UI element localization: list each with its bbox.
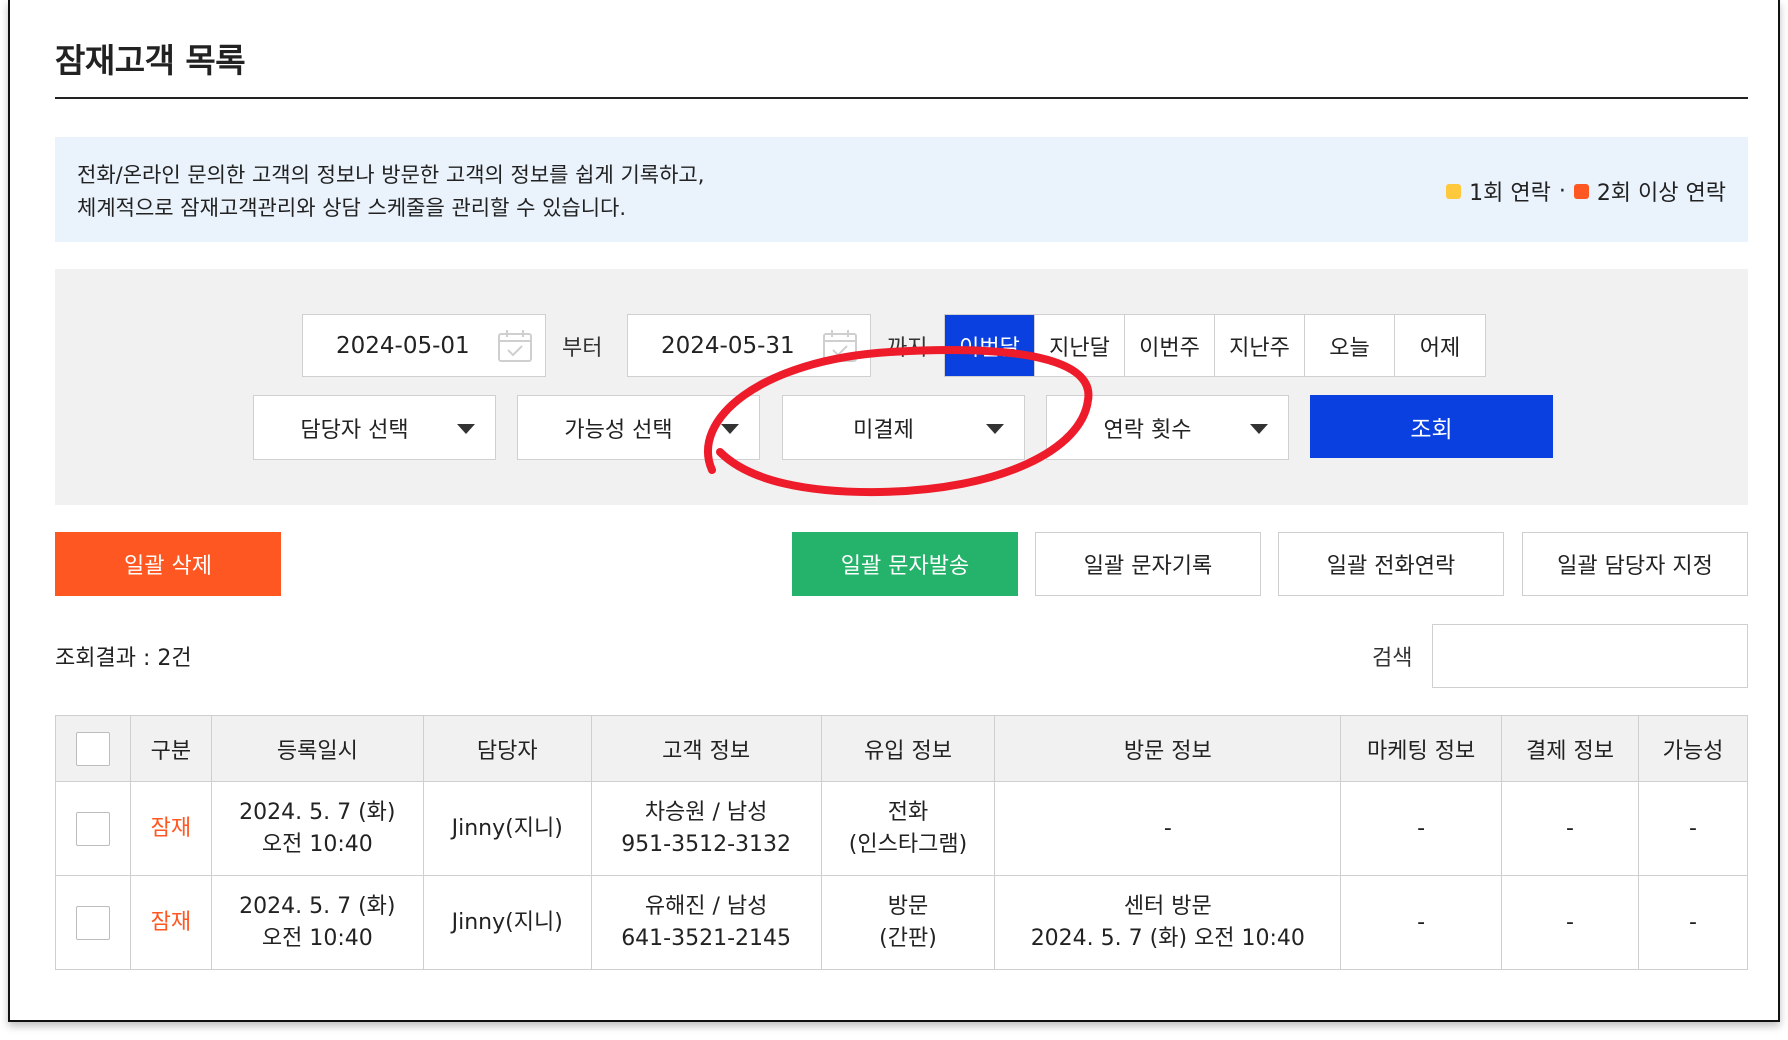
select-all-checkbox[interactable] <box>75 731 110 766</box>
bulk-sms-send-button[interactable]: 일괄 문자발송 <box>792 532 1018 596</box>
row-visit: - <box>1163 815 1172 841</box>
search-label: 검색 <box>1372 646 1413 671</box>
row-visit-info: 센터 방문 2024. 5. 7 (화) 오전 10:40 <box>994 875 1342 970</box>
row-possibility: - <box>1637 781 1749 876</box>
manager-select[interactable]: 담당자 선택 <box>253 395 496 460</box>
row-customer-name: 차승원 / 남성 <box>644 799 768 825</box>
header-possibility: 가능성 <box>1637 715 1749 782</box>
info-description: 전화/온라인 문의한 고객의 정보나 방문한 고객의 정보를 쉽게 기록하고, … <box>77 159 704 225</box>
row-visit: 센터 방문 <box>1123 893 1212 919</box>
row-customer-info: 차승원 / 남성 951-3512-3132 <box>590 781 822 876</box>
bulk-delete-button[interactable]: 일괄 삭제 <box>55 532 281 596</box>
row-visit-detail: 2024. 5. 7 (화) 오전 10:40 <box>1030 925 1305 951</box>
period-last-week-button[interactable]: 지난주 <box>1215 315 1305 376</box>
result-count: 조회결과 : 2건 <box>55 646 192 671</box>
select-all-cell <box>55 715 131 782</box>
red-annotation-circle <box>704 346 1093 497</box>
row-type: 잠재 <box>129 781 212 876</box>
row-type: 잠재 <box>129 875 212 970</box>
period-this-week-button[interactable]: 이번주 <box>1125 315 1215 376</box>
row-checkbox-cell <box>55 875 131 970</box>
legend-one-contact: 1회 연락 <box>1469 181 1551 206</box>
bulk-sms-record-button[interactable]: 일괄 문자기록 <box>1035 532 1261 596</box>
row-date: 2024. 5. 7 (화) <box>239 799 396 825</box>
row-customer-phone: 951-3512-3132 <box>621 831 792 857</box>
customer-table: 구분 등록일시 담당자 고객 정보 유입 정보 방문 정보 마케팅 정보 결제 … <box>55 715 1749 970</box>
header-customer-info: 고객 정보 <box>590 715 822 782</box>
row-registered-at: 2024. 5. 7 (화) 오전 10:40 <box>210 875 424 970</box>
possibility-select-value: 가능성 선택 <box>564 417 673 443</box>
header-inflow-info: 유입 정보 <box>820 715 996 782</box>
header-marketing-info: 마케팅 정보 <box>1340 715 1503 782</box>
table-header-row: 구분 등록일시 담당자 고객 정보 유입 정보 방문 정보 마케팅 정보 결제 … <box>55 715 1749 782</box>
from-label: 부터 <box>562 336 603 361</box>
start-date-input[interactable]: 2024-05-01 <box>302 314 546 377</box>
row-time: 오전 10:40 <box>261 925 373 951</box>
chevron-down-icon <box>1250 424 1268 434</box>
calendar-icon[interactable] <box>497 329 533 363</box>
header-registered-at: 등록일시 <box>210 715 424 782</box>
contact-legend: 1회 연락 · 2회 이상 연락 <box>1446 175 1726 207</box>
search-button[interactable]: 조회 <box>1310 395 1553 458</box>
row-checkbox-cell <box>55 781 131 876</box>
legend-yellow-swatch <box>1446 183 1462 199</box>
row-customer-info: 유해진 / 남성 641-3521-2145 <box>590 875 822 970</box>
bulk-call-button[interactable]: 일괄 전화연락 <box>1278 532 1504 596</box>
period-yesterday-button[interactable]: 어제 <box>1395 315 1485 376</box>
header-type: 구분 <box>129 715 212 782</box>
bulk-assign-manager-button[interactable]: 일괄 담당자 지정 <box>1522 532 1748 596</box>
start-date-value: 2024-05-01 <box>336 332 470 359</box>
row-registered-at: 2024. 5. 7 (화) 오전 10:40 <box>210 781 424 876</box>
row-checkbox[interactable] <box>75 905 110 940</box>
row-source: 방문 <box>887 893 929 919</box>
legend-multi-contact: 2회 이상 연락 <box>1596 181 1726 206</box>
row-possibility: - <box>1637 875 1749 970</box>
legend-orange-swatch <box>1573 183 1589 199</box>
row-visit-info: - <box>994 781 1342 876</box>
row-date: 2024. 5. 7 (화) <box>239 893 396 919</box>
page-frame: 잠재고객 목록 전화/온라인 문의한 고객의 정보나 방문한 고객의 정보를 쉽… <box>8 0 1780 1022</box>
row-manager: Jinny(지니) <box>422 875 592 970</box>
legend-separator: · <box>1558 178 1566 204</box>
header-manager: 담당자 <box>422 715 592 782</box>
row-manager: Jinny(지니) <box>422 781 592 876</box>
info-line-1: 전화/온라인 문의한 고객의 정보나 방문한 고객의 정보를 쉽게 기록하고, <box>77 163 705 187</box>
row-payment-info: - <box>1501 875 1639 970</box>
row-inflow-info: 방문 (간판) <box>820 875 996 970</box>
row-marketing-info: - <box>1340 781 1503 876</box>
info-banner: 전화/온라인 문의한 고객의 정보나 방문한 고객의 정보를 쉽게 기록하고, … <box>55 137 1748 242</box>
row-time: 오전 10:40 <box>261 831 373 857</box>
header-payment-info: 결제 정보 <box>1501 715 1639 782</box>
table-row[interactable]: 잠재 2024. 5. 7 (화) 오전 10:40 Jinny(지니) 차승원… <box>55 781 1749 876</box>
row-inflow-info: 전화 (인스타그램) <box>820 781 996 876</box>
row-source-detail: (간판) <box>879 925 937 951</box>
title-divider <box>55 97 1748 99</box>
manager-select-value: 담당자 선택 <box>300 417 409 443</box>
row-source-detail: (인스타그램) <box>848 831 968 857</box>
row-payment-info: - <box>1501 781 1639 876</box>
row-customer-phone: 641-3521-2145 <box>621 925 792 951</box>
row-source: 전화 <box>887 799 929 825</box>
row-checkbox[interactable] <box>75 811 110 846</box>
info-line-2: 체계적으로 잠재고객관리와 상담 스케줄을 관리할 수 있습니다. <box>77 196 627 220</box>
chevron-down-icon <box>457 424 475 434</box>
header-visit-info: 방문 정보 <box>994 715 1342 782</box>
search-input[interactable] <box>1432 624 1748 688</box>
row-marketing-info: - <box>1340 875 1503 970</box>
row-customer-name: 유해진 / 남성 <box>644 893 768 919</box>
period-today-button[interactable]: 오늘 <box>1305 315 1395 376</box>
table-row[interactable]: 잠재 2024. 5. 7 (화) 오전 10:40 Jinny(지니) 유해진… <box>55 875 1749 970</box>
page-title: 잠재고객 목록 <box>55 41 246 80</box>
